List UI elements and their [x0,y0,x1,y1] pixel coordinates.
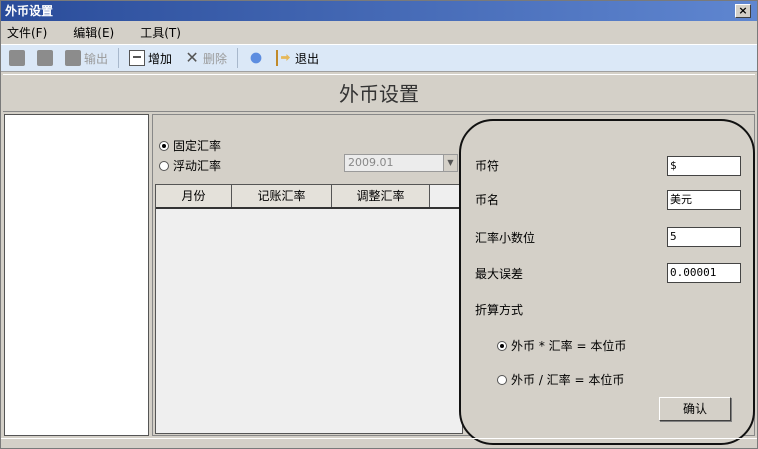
method-divide-radio[interactable] [497,374,507,385]
help-button[interactable] [246,47,266,69]
symbol-input[interactable]: $ [667,156,741,176]
currency-settings-panel: 币符 $ 币名 美元 汇率小数位 5 最大误差 0.00001 折算方式 外币 … [459,119,755,445]
delete-label: 删除 [203,51,228,66]
floating-rate-option[interactable]: 浮动汇率 [159,157,221,174]
foreign-currency-window: 外币设置 × 文件(F) 编辑(E) 工具(T) 输出 增加 ✕ 删除 退出 外… [0,0,758,449]
toolbar: 输出 增加 ✕ 删除 退出 [1,44,757,72]
window-title: 外币设置 [5,4,54,18]
method-label: 折算方式 [475,303,524,317]
grid-header: 月份 记账汇率 调整汇率 [156,185,462,209]
delete-x-icon: ✕ [185,48,199,67]
column-filler [430,185,462,207]
method-multiply-option[interactable]: 外币 * 汇率 = 本位币 [497,337,626,354]
export-label: 输出 [84,51,109,66]
new-document-icon [129,50,146,66]
symbol-label: 币符 [475,159,500,173]
help-icon [248,50,265,66]
menu-file[interactable]: 文件(F) [7,24,47,41]
decimals-input[interactable]: 5 [667,227,741,247]
preview-button[interactable] [35,47,55,69]
export-button[interactable]: 输出 [63,47,110,69]
status-bar [1,438,757,448]
floating-rate-radio[interactable] [159,160,169,171]
floating-rate-label: 浮动汇率 [173,159,222,173]
confirm-button[interactable]: 确认 [659,397,731,421]
fixed-rate-radio[interactable] [159,140,169,151]
add-label: 增加 [148,51,173,66]
printer-icon [9,50,25,66]
toolbar-separator [118,48,120,68]
toolbar-separator [237,48,239,68]
menu-tools[interactable]: 工具(T) [140,24,181,41]
export-icon [65,50,81,66]
name-input[interactable]: 美元 [667,190,741,210]
max-error-label: 最大误差 [475,267,524,281]
period-value: 2009.01 [348,156,394,169]
close-button[interactable]: × [735,4,751,18]
method-multiply-label: 外币 * 汇率 = 本位币 [511,339,627,353]
rate-grid[interactable]: 月份 记账汇率 调整汇率 [155,184,463,434]
print-button[interactable] [7,47,27,69]
menu-edit[interactable]: 编辑(E) [73,24,114,41]
method-divide-option[interactable]: 外币 / 汇率 = 本位币 [497,371,624,388]
fixed-rate-option[interactable]: 固定汇率 [159,137,221,154]
add-button[interactable]: 增加 [127,47,174,69]
delete-button[interactable]: ✕ 删除 [182,47,229,69]
chevron-down-icon[interactable]: ▼ [443,155,457,171]
max-error-input[interactable]: 0.00001 [667,263,741,283]
column-book-rate[interactable]: 记账汇率 [232,185,332,207]
title-bar: 外币设置 × [1,1,757,21]
fixed-rate-label: 固定汇率 [173,139,222,153]
name-label: 币名 [475,193,500,207]
page-title: 外币设置 [3,74,755,112]
exit-label: 退出 [295,51,320,66]
preview-icon [37,50,53,66]
exit-button[interactable]: 退出 [274,47,321,69]
decimals-label: 汇率小数位 [475,231,536,245]
method-multiply-radio[interactable] [497,340,507,351]
method-divide-label: 外币 / 汇率 = 本位币 [511,373,625,387]
menu-bar: 文件(F) 编辑(E) 工具(T) [1,21,757,43]
currency-list[interactable] [4,114,149,436]
column-adjust-rate[interactable]: 调整汇率 [332,185,430,207]
exit-door-icon [276,50,292,66]
column-month[interactable]: 月份 [156,185,232,207]
period-select[interactable]: 2009.01 ▼ [344,154,458,172]
